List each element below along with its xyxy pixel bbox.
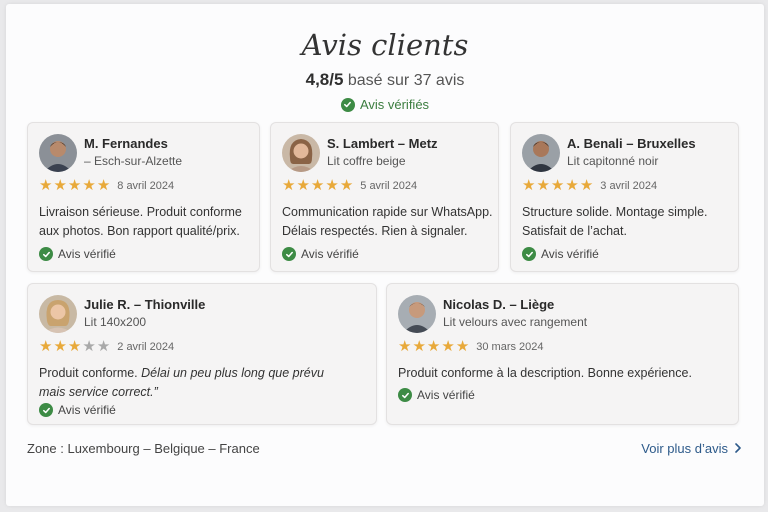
star-filled-icon: ★ (412, 338, 426, 355)
check-circle-icon (39, 403, 53, 417)
verified-reviews-badge: Avis vérifiés (6, 97, 764, 112)
verified-review-badge: Avis vérifié (282, 247, 359, 261)
delivery-zone: Zone : Luxembourg – Belgique – France (27, 441, 260, 456)
see-more-label: Voir plus d’avis (641, 441, 728, 456)
star-filled-icon: ★ (67, 177, 82, 194)
review-card: A. Benali – Bruxelles Lit capitonné noir… (510, 122, 739, 272)
avatar (522, 134, 560, 172)
check-circle-icon (398, 388, 412, 402)
star-filled-icon: ★ (579, 177, 594, 194)
star-filled-icon: ★ (398, 338, 412, 355)
verified-review-badge: Avis vérifié (398, 388, 475, 402)
reviewed-product: Lit coffre beige (327, 154, 406, 168)
star-filled-icon: ★ (339, 177, 354, 194)
avatar (39, 295, 77, 333)
review-date: 30 mars 2024 (476, 340, 544, 353)
star-filled-icon: ★ (296, 177, 310, 194)
star-filled-icon: ★ (53, 177, 67, 194)
review-text: Produit conforme. Délai un peu plus long… (39, 366, 324, 399)
verified-review-badge: Avis vérifié (39, 247, 116, 261)
avatar (398, 295, 436, 333)
reviewer-name: A. Benali – Bruxelles (567, 136, 696, 151)
star-rating: ★ ★ ★ ★ ★ 3 avril 2024 (522, 178, 657, 193)
verified-review-badge: Avis vérifié (39, 403, 116, 417)
verified-label: Avis vérifiés (359, 97, 430, 112)
review-card: Nicolas D. – Liège Lit velours avec rang… (386, 283, 739, 425)
review-text: Livraison sérieuse. Produit conforme aux… (39, 205, 242, 238)
page-title: Avis clients (301, 28, 469, 62)
average-score: 4,8/5 (305, 70, 344, 89)
reviewed-product: Lit 140x200 (84, 315, 147, 329)
check-circle-icon (39, 247, 53, 261)
avatar (282, 134, 320, 172)
star-filled-icon: ★ (310, 177, 325, 194)
star-filled-icon: ★ (426, 338, 441, 355)
star-filled-icon: ★ (67, 338, 82, 355)
reviewed-product: Lit capitonné noir (567, 154, 659, 168)
check-circle-icon (340, 97, 355, 112)
see-more-reviews-link[interactable]: Voir plus d’avis (641, 441, 742, 456)
star-filled-icon: ★ (455, 338, 470, 355)
star-rating: ★ ★ ★ ★ ★ 30 mars 2024 (398, 339, 544, 354)
reviewer-name: Nicolas D. – Liège (443, 297, 555, 312)
review-text: Produit conforme à la description. Bonne… (398, 366, 692, 380)
star-filled-icon: ★ (522, 177, 536, 194)
reviews-widget: Avis clients 4,8/5 basé sur 37 avis Avis… (6, 4, 764, 506)
review-date: 5 avril 2024 (360, 179, 418, 192)
review-date: 8 avril 2024 (117, 179, 175, 192)
star-rating: ★ ★ ★ ★ ★ 2 avril 2024 (39, 339, 174, 354)
star-rating: ★ ★ ★ ★ ★ 8 avril 2024 (39, 178, 174, 193)
check-circle-icon (522, 247, 536, 261)
star-rating: ★ ★ ★ ★ ★ 5 avril 2024 (282, 178, 417, 193)
star-filled-icon: ★ (441, 338, 455, 355)
review-text: Structure solide. Montage simple. Satisf… (522, 205, 708, 238)
review-card: Julie R. – Thionville Lit 140x200 ★ ★ ★ ★ ★ 2… (27, 283, 377, 425)
star-filled-icon: ★ (550, 177, 565, 194)
review-date: 2 avril 2024 (117, 340, 175, 353)
star-empty-icon: ★ (96, 338, 111, 355)
reviewer-name: S. Lambert – Metz (327, 136, 438, 151)
star-filled-icon: ★ (282, 177, 296, 194)
check-circle-icon (282, 247, 296, 261)
reviewer-location: – Esch-sur-Alzette (84, 154, 183, 168)
avatar (39, 134, 77, 172)
star-filled-icon: ★ (96, 177, 111, 194)
star-filled-icon: ★ (53, 338, 67, 355)
star-filled-icon: ★ (565, 177, 579, 194)
chevron-right-icon (734, 441, 742, 456)
reviewed-product: Lit velours avec rangement (443, 315, 588, 329)
review-date: 3 avril 2024 (600, 179, 658, 192)
review-text: Communication rapide sur WhatsApp. Délai… (282, 205, 493, 238)
star-filled-icon: ★ (39, 338, 53, 355)
reviewer-name: M. Fernandes (84, 136, 168, 151)
review-card: M. Fernandes – Esch-sur-Alzette ★ ★ ★ ★ ★ 8 a… (27, 122, 260, 272)
star-empty-icon: ★ (82, 338, 96, 355)
star-filled-icon: ★ (325, 177, 339, 194)
verified-review-badge: Avis vérifié (522, 247, 599, 261)
rating-summary: 4,8/5 basé sur 37 avis (6, 70, 764, 90)
reviewer-name: Julie R. – Thionville (84, 297, 206, 312)
star-filled-icon: ★ (39, 177, 53, 194)
star-filled-icon: ★ (536, 177, 550, 194)
review-card: S. Lambert – Metz Lit coffre beige ★ ★ ★ ★ ★… (270, 122, 499, 272)
star-filled-icon: ★ (82, 177, 96, 194)
review-count: basé sur 37 avis (347, 72, 465, 89)
